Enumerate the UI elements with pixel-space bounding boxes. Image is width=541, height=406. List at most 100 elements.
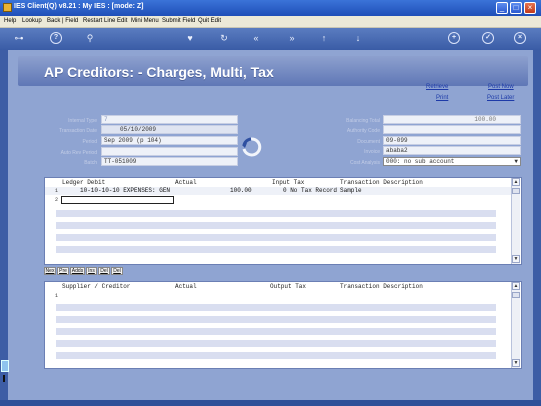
document-field[interactable]: 09-099	[383, 136, 521, 145]
cost-analysis-label: Cost Analysis	[349, 160, 380, 166]
table-row	[56, 340, 496, 347]
table-row	[56, 222, 496, 229]
col-ledger-debit: Ledger Debit	[62, 179, 106, 186]
table-row	[56, 304, 496, 311]
ledger-cell[interactable]: 10-10-10-10 EXPENSES: GEN	[80, 187, 170, 194]
row-number: 1	[55, 188, 59, 194]
invoice-field[interactable]: ababa2	[383, 146, 521, 155]
status-bar	[0, 400, 541, 406]
up-icon[interactable]: ↑	[318, 32, 330, 44]
period-field[interactable]: Sep 2009 (p 104)	[101, 136, 238, 145]
menu-mini-menu[interactable]: Mini Menu	[131, 18, 159, 24]
page-title: AP Creditors: - Charges, Multi, Tax	[44, 64, 274, 80]
col-transaction-description: Transaction Description	[340, 179, 423, 186]
page-header: AP Creditors: - Charges, Multi, Tax	[18, 56, 528, 86]
refresh-batch-icon[interactable]	[240, 136, 262, 158]
table-row	[56, 210, 496, 217]
app-icon	[3, 3, 12, 12]
print-link[interactable]: Print	[436, 95, 448, 101]
table-row	[56, 234, 496, 241]
grid2-scrollbar[interactable]: ▲ ▼	[511, 282, 520, 368]
internal-type-field[interactable]: 7	[101, 115, 238, 124]
menu-bar: Help Lookup Back | Field Restart Line Ed…	[0, 16, 541, 28]
col-transaction-description: Transaction Description	[340, 283, 423, 290]
scroll-up-icon[interactable]: ▲	[512, 178, 520, 186]
ledger-debit-input[interactable]	[61, 196, 174, 204]
authority-code-field[interactable]	[383, 125, 521, 134]
delete-button[interactable]: Del	[98, 267, 110, 275]
authority-code-label: Authority Code	[346, 128, 380, 134]
auto-rev-period-label: Auto Rev Period	[60, 150, 97, 156]
batch-field[interactable]: TT-051009	[101, 157, 238, 166]
document-label: Document	[357, 139, 380, 145]
actual-cell[interactable]: 100.00	[230, 187, 252, 194]
search-icon[interactable]: ⚲	[84, 32, 96, 44]
refresh-icon[interactable]: ↻	[218, 32, 230, 44]
down-icon[interactable]: ↓	[352, 32, 364, 44]
invoice-label: Invoice	[364, 149, 380, 155]
close-icon[interactable]: ×	[514, 32, 526, 44]
grid1-scrollbar[interactable]: ▲ ▼	[511, 178, 520, 264]
toolbar: ⊶ ? ⚲ ♥ ↻ « » ↑ ↓ + ✓ ×	[0, 28, 541, 50]
scroll-thumb[interactable]	[512, 292, 520, 298]
prev-button[interactable]: Pre	[57, 267, 69, 275]
col-input-tax: Input Tax	[272, 179, 305, 186]
scroll-thumb[interactable]	[512, 188, 520, 194]
period-label: Period	[82, 139, 97, 145]
delete-line-button[interactable]: Del	[111, 267, 123, 275]
auto-rev-period-field[interactable]	[101, 147, 238, 156]
col-supplier-creditor: Supplier / Creditor	[62, 283, 131, 290]
menu-quit-edit[interactable]: Quit Edit	[198, 18, 221, 24]
table-row	[56, 316, 496, 323]
minimize-icon[interactable]: _	[496, 2, 508, 14]
right-strip	[533, 50, 541, 400]
info-icon[interactable]: ?	[50, 32, 62, 44]
maximize-icon[interactable]: □	[510, 2, 522, 14]
insert-button[interactable]: Ins	[86, 267, 97, 275]
scroll-up-icon[interactable]: ▲	[512, 282, 520, 290]
menu-submit-field[interactable]: Submit Field	[162, 18, 195, 24]
left-strip	[0, 50, 8, 400]
scroll-down-icon[interactable]: ▼	[512, 255, 520, 263]
key-icon[interactable]: ⊶	[8, 32, 30, 44]
forward-icon[interactable]: »	[286, 32, 298, 44]
check-icon[interactable]: ✓	[482, 32, 494, 44]
internal-type-label: Internal Type	[68, 118, 97, 124]
window-title-bar: IES Client(Q) v8.21 : My IES : [mode: Z]…	[0, 0, 541, 16]
cost-analysis-value: 000: no sub account	[386, 158, 455, 165]
table-row	[56, 328, 496, 335]
chevron-down-icon[interactable]: ▼	[514, 158, 518, 165]
post-now-link[interactable]: Post Now	[488, 84, 514, 90]
side-marker-icon	[3, 375, 5, 382]
heart-icon[interactable]: ♥	[184, 32, 196, 44]
retrieve-link[interactable]: Retrieve	[426, 84, 448, 90]
table-row	[56, 352, 496, 359]
window-title: IES Client(Q) v8.21 : My IES : [mode: Z]	[14, 3, 144, 10]
menu-restart-line-edit[interactable]: Restart Line Edit	[83, 18, 127, 24]
menu-back-field[interactable]: Back | Field	[47, 18, 78, 24]
row-number: 1	[55, 293, 59, 299]
close-window-icon[interactable]: ×	[524, 2, 536, 14]
transaction-date-field[interactable]: 05/10/2009	[101, 125, 238, 134]
balancing-total-label: Balancing Total	[346, 118, 380, 124]
col-actual: Actual	[175, 179, 197, 186]
col-actual: Actual	[175, 283, 197, 290]
menu-help[interactable]: Help	[4, 18, 16, 24]
post-later-link[interactable]: Post Later	[487, 95, 514, 101]
side-panel-icon[interactable]	[1, 360, 9, 372]
batch-label: Batch	[84, 160, 97, 166]
menu-lookup[interactable]: Lookup	[22, 18, 42, 24]
plus-icon[interactable]: +	[448, 32, 460, 44]
scroll-down-icon[interactable]: ▼	[512, 359, 520, 367]
cost-analysis-select[interactable]: 000: no sub account ▼	[383, 157, 521, 166]
row-number: 2	[55, 197, 59, 203]
input-tax-cell[interactable]: 0 No Tax Record	[283, 187, 337, 194]
transaction-date-label: Transaction Date	[59, 128, 97, 134]
col-output-tax: Output Tax	[270, 283, 307, 290]
next-button[interactable]: Nex	[44, 267, 56, 275]
description-cell[interactable]: Sample	[340, 187, 362, 194]
table-row	[56, 246, 496, 253]
balancing-total-field: 100.00	[383, 115, 521, 124]
back-icon[interactable]: «	[250, 32, 262, 44]
adds-button[interactable]: Adds	[70, 267, 85, 275]
